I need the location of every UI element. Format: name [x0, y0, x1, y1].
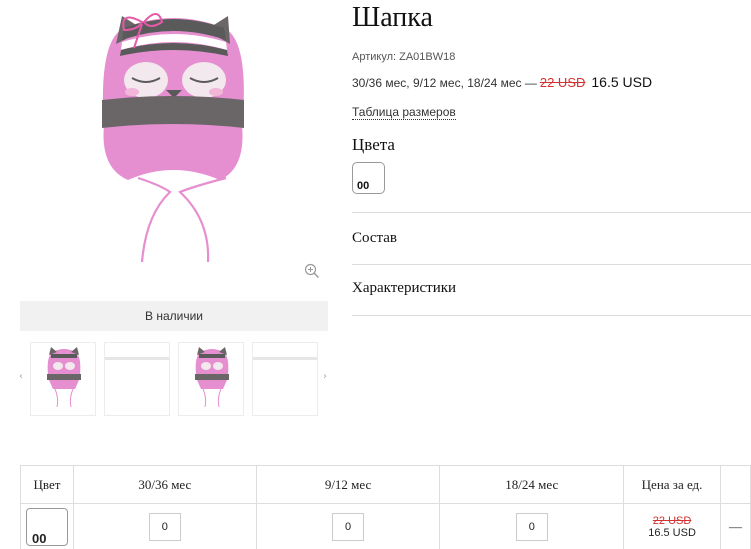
- qty-cell: [439, 503, 625, 549]
- qty-input-30-36[interactable]: [148, 513, 181, 541]
- product-main-image[interactable]: [20, 0, 328, 290]
- divider: [352, 264, 751, 265]
- color-cell: 00: [20, 503, 74, 549]
- table-row: 00 22 USD 16.5 USD —: [20, 503, 751, 549]
- new-price: 16.5 USD: [591, 74, 653, 90]
- qty-cell: [72, 503, 257, 549]
- column-header: [720, 465, 751, 504]
- thumbnail-carousel: ‹ ›: [14, 340, 334, 418]
- available-sizes: 30/36 мес, 9/12 мес, 18/24 мес —: [352, 76, 537, 90]
- chevron-left-icon[interactable]: ‹: [16, 370, 26, 384]
- table-header-row: Цвет 30/36 мес 9/12 мес 18/24 мес Цена з…: [20, 465, 751, 504]
- column-header: 9/12 мес: [255, 465, 441, 504]
- colors-heading: Цвета: [352, 135, 395, 154]
- zoom-in-icon[interactable]: [304, 263, 320, 279]
- row-new-price: 16.5 USD: [648, 527, 696, 539]
- thumbnail-3[interactable]: [178, 342, 244, 416]
- qty-input-9-12[interactable]: [332, 513, 365, 541]
- size-table-link[interactable]: Таблица размеров: [352, 105, 456, 120]
- unit-price-cell: 22 USD 16.5 USD: [623, 503, 721, 549]
- column-header: 30/36 мес: [72, 465, 257, 504]
- thumbnail-2[interactable]: [104, 342, 170, 416]
- qty-input-18-24[interactable]: [515, 513, 548, 541]
- page-title: Шапка: [352, 2, 433, 33]
- chevron-right-icon[interactable]: ›: [320, 370, 330, 384]
- old-price: 22 USD: [539, 75, 586, 90]
- thumbnail-1[interactable]: [30, 342, 96, 416]
- divider: [352, 315, 751, 316]
- row-old-price: 22 USD: [652, 515, 692, 527]
- composition-accordion[interactable]: Состав: [352, 216, 751, 260]
- characteristics-accordion[interactable]: Характеристики: [352, 266, 751, 310]
- row-extra: —: [720, 503, 751, 549]
- column-header: Цвет: [20, 465, 74, 504]
- price-line: 30/36 мес, 9/12 мес, 18/24 мес —22 USD 16…: [352, 74, 652, 90]
- row-color-swatch[interactable]: 00: [25, 508, 68, 546]
- qty-cell: [255, 503, 441, 549]
- color-code: 00: [357, 180, 370, 192]
- order-table: Цвет 30/36 мес 9/12 мес 18/24 мес Цена з…: [20, 465, 751, 549]
- row-color-code: 00: [31, 531, 47, 546]
- product-sku: Артикул: ZA01BW18: [352, 51, 456, 63]
- stock-status: В наличии: [20, 301, 328, 331]
- color-swatch[interactable]: 00: [352, 162, 385, 194]
- column-header: Цена за ед.: [623, 465, 721, 504]
- thumbnail-4[interactable]: [252, 342, 318, 416]
- column-header: 18/24 мес: [439, 465, 625, 504]
- divider: [352, 212, 751, 213]
